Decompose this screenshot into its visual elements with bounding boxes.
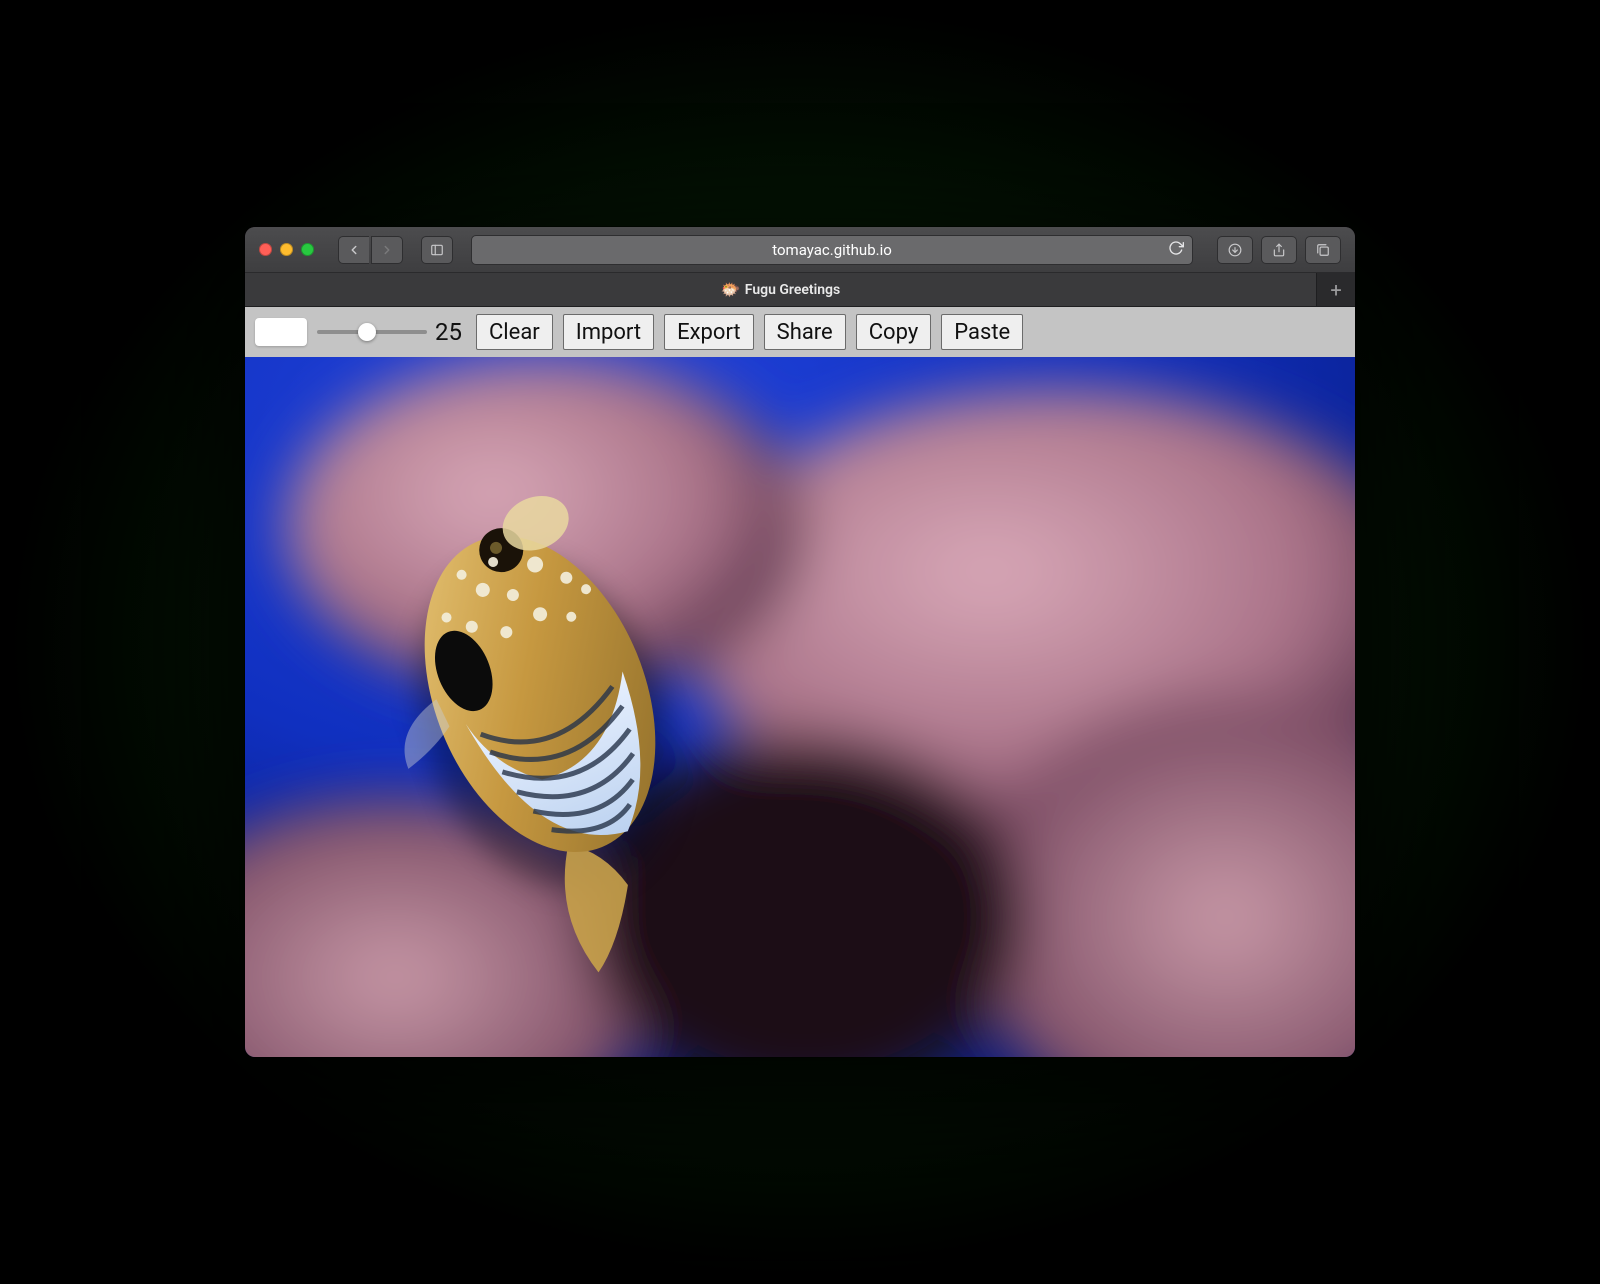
brush-size-slider[interactable] bbox=[317, 321, 427, 343]
app-toolbar: 25 Clear Import Export Share Copy Paste bbox=[245, 307, 1355, 357]
address-bar[interactable]: tomayac.github.io bbox=[471, 235, 1193, 265]
tabs-overview-button[interactable] bbox=[1305, 236, 1341, 264]
back-button[interactable] bbox=[338, 236, 369, 264]
tab-title: Fugu Greetings bbox=[745, 282, 840, 298]
pufferfish-icon: 🐡 bbox=[721, 282, 737, 298]
share-button-label: Share bbox=[777, 320, 833, 345]
window-controls bbox=[259, 243, 314, 256]
color-picker[interactable] bbox=[255, 318, 307, 346]
minimize-window-button[interactable] bbox=[280, 243, 293, 256]
drawing-canvas[interactable] bbox=[245, 357, 1355, 1057]
share-app-button[interactable]: Share bbox=[764, 314, 846, 350]
browser-window: tomayac.github.io bbox=[245, 227, 1355, 1057]
share-button[interactable] bbox=[1261, 236, 1297, 264]
plus-icon: + bbox=[1330, 278, 1341, 302]
new-tab-button[interactable]: + bbox=[1317, 273, 1355, 306]
export-button[interactable]: Export bbox=[664, 314, 754, 350]
import-button[interactable]: Import bbox=[563, 314, 654, 350]
forward-button[interactable] bbox=[371, 236, 403, 264]
copy-button-label: Copy bbox=[869, 320, 919, 345]
slider-thumb[interactable] bbox=[358, 323, 376, 341]
paste-button[interactable]: Paste bbox=[941, 314, 1023, 350]
browser-chrome: tomayac.github.io bbox=[245, 227, 1355, 273]
fullscreen-window-button[interactable] bbox=[301, 243, 314, 256]
clear-button[interactable]: Clear bbox=[476, 314, 553, 350]
tab-fugu-greetings[interactable]: 🐡 Fugu Greetings bbox=[245, 273, 1317, 306]
nav-back-forward bbox=[338, 236, 403, 264]
clear-button-label: Clear bbox=[489, 320, 540, 345]
downloads-button[interactable] bbox=[1217, 236, 1253, 264]
sidebar-toggle-button[interactable] bbox=[421, 236, 453, 264]
reload-button[interactable] bbox=[1168, 240, 1184, 260]
copy-button[interactable]: Copy bbox=[856, 314, 932, 350]
tab-bar: 🐡 Fugu Greetings + bbox=[245, 273, 1355, 307]
close-window-button[interactable] bbox=[259, 243, 272, 256]
import-button-label: Import bbox=[576, 320, 641, 345]
export-button-label: Export bbox=[677, 320, 741, 345]
paste-button-label: Paste bbox=[954, 320, 1010, 345]
brush-size-value: 25 bbox=[435, 318, 462, 346]
url-text: tomayac.github.io bbox=[772, 241, 892, 259]
chrome-right-buttons bbox=[1217, 236, 1341, 264]
desktop-background: tomayac.github.io bbox=[0, 0, 1600, 1284]
canvas-image bbox=[245, 357, 1355, 1057]
